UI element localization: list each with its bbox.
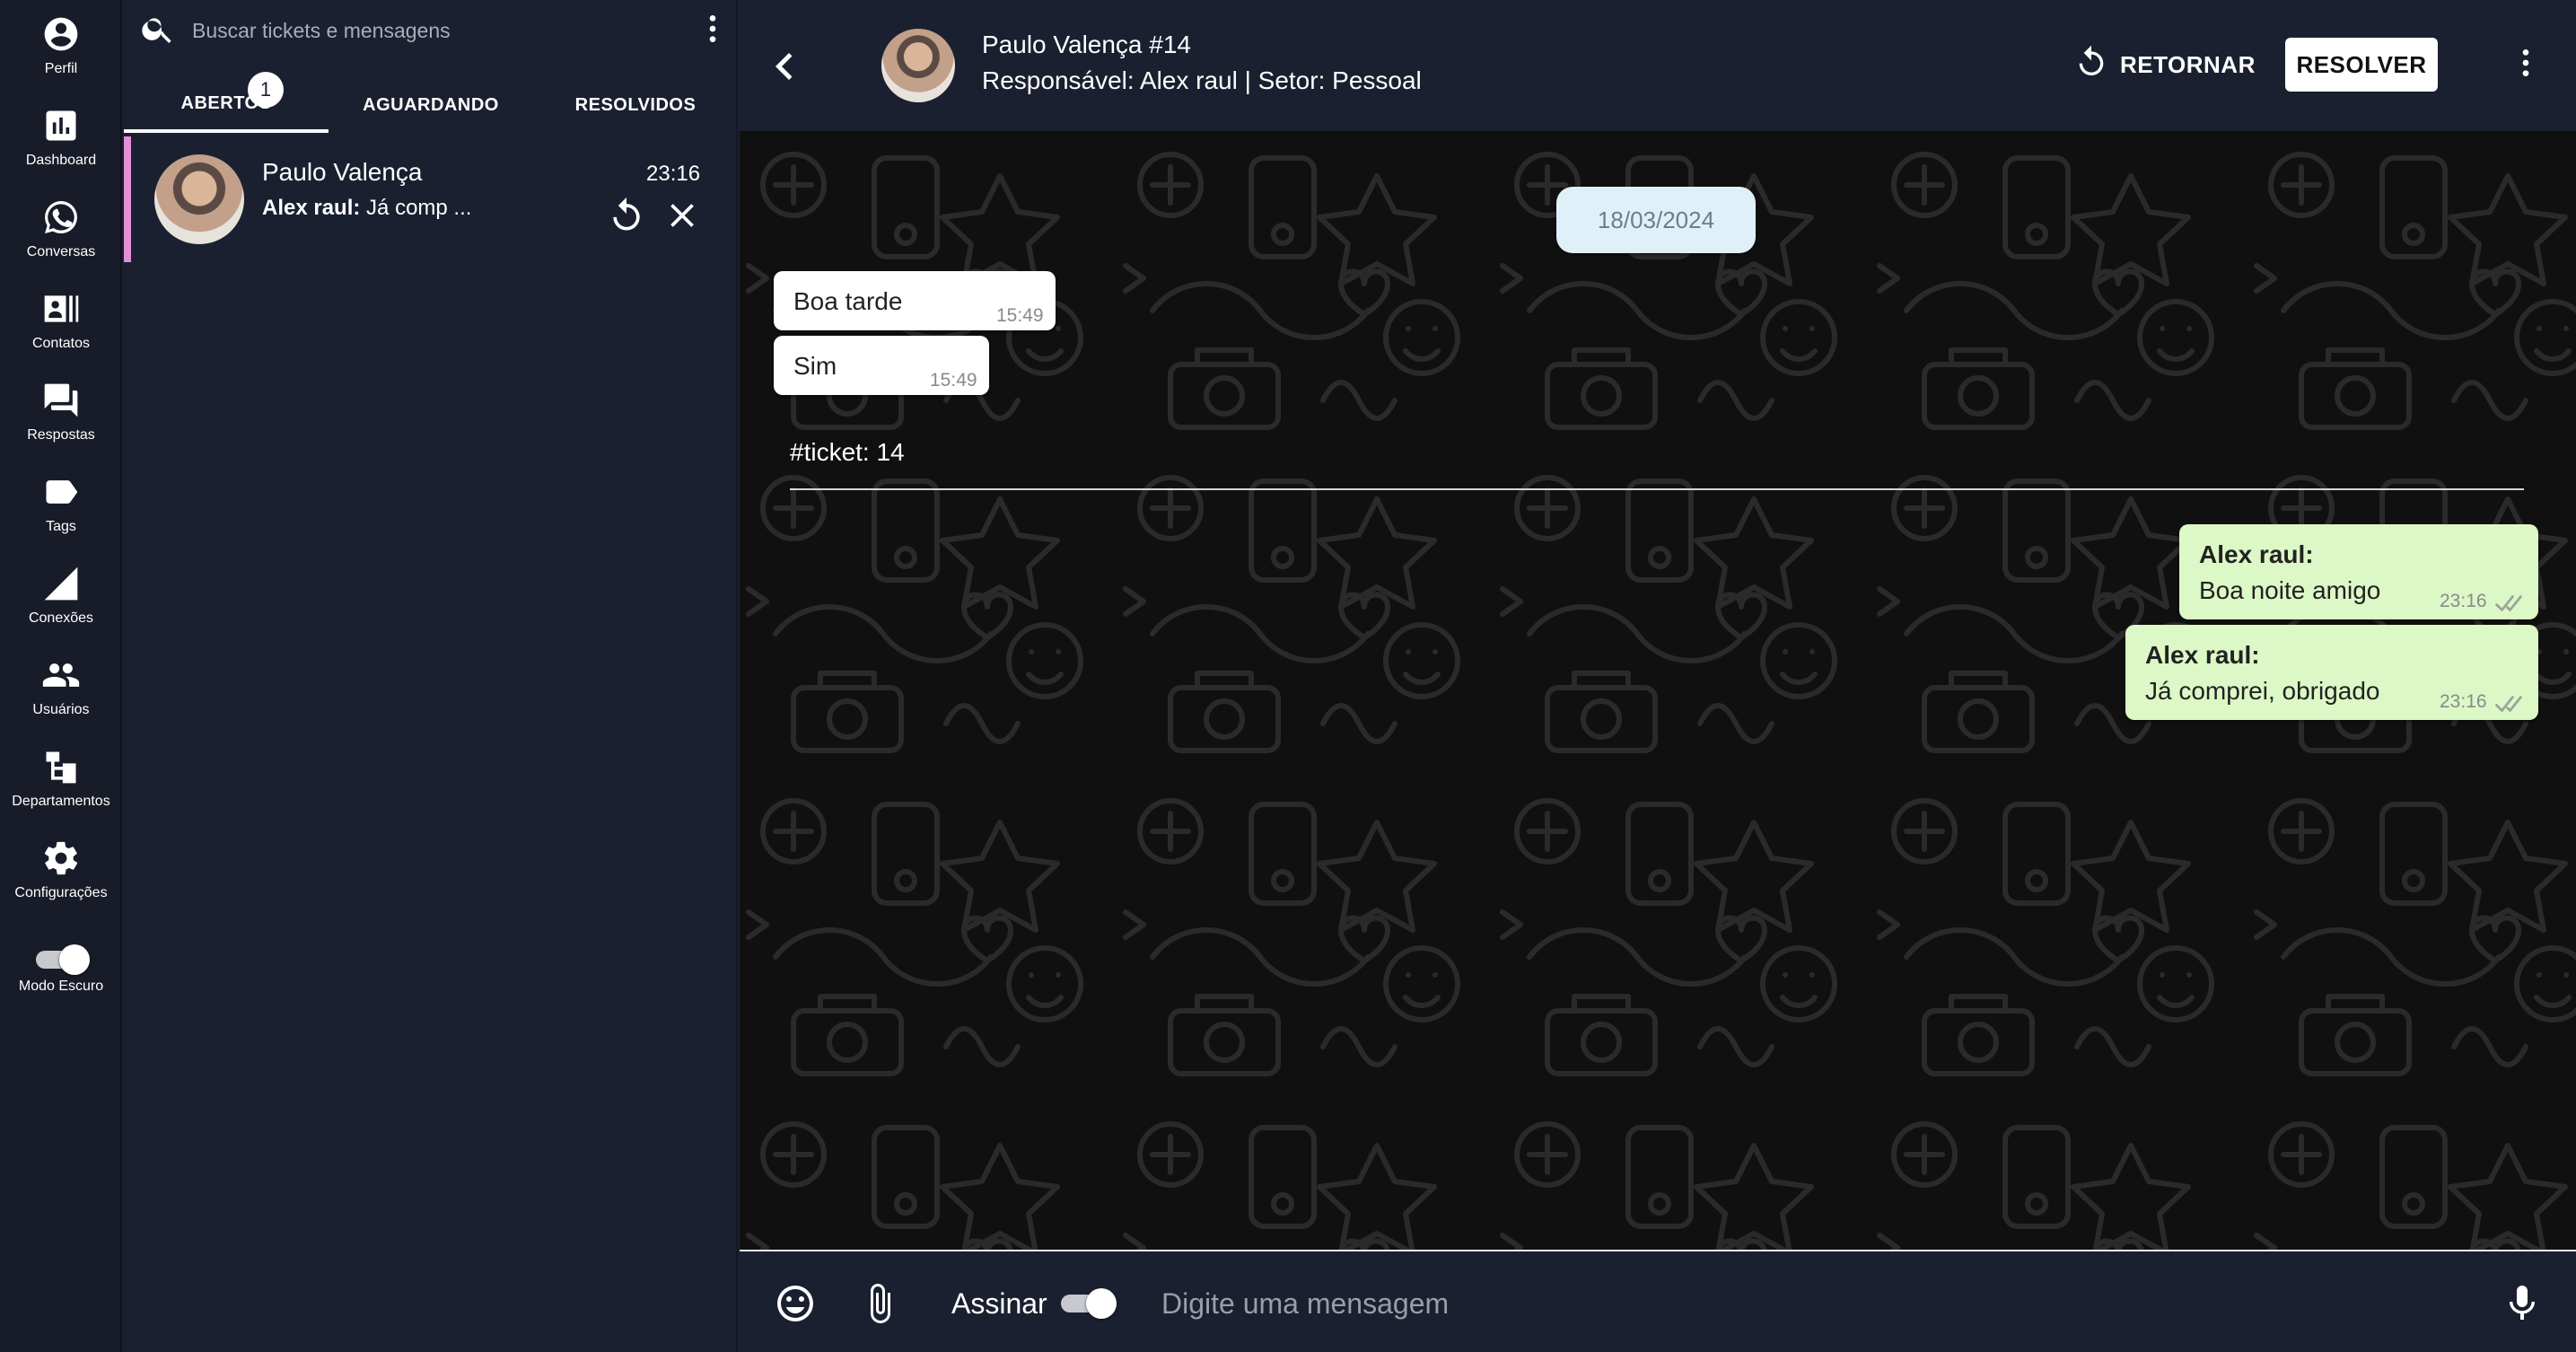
search-icon <box>140 11 176 47</box>
message-bubble-outgoing[interactable]: Alex raul: Boa noite amigo 23:16 <box>2179 524 2538 619</box>
nav-label: Respostas <box>27 427 95 443</box>
people-icon <box>39 654 83 697</box>
ticket-list-item[interactable]: Paulo Valença Alex raul: Já comp ... 23:… <box>124 136 738 262</box>
nav-label: Departamentos <box>12 794 110 809</box>
chat-title: Paulo Valença #14 <box>982 31 1191 58</box>
contact-avatar <box>154 154 244 244</box>
contacts-icon <box>39 287 83 330</box>
signal-icon <box>39 562 83 605</box>
message-time: 23:16 <box>2440 591 2487 611</box>
nav-item-configuracoes[interactable]: Configurações <box>0 824 122 914</box>
message-bubble-outgoing[interactable]: Alex raul: Já comprei, obrigado 23:16 <box>2125 625 2538 720</box>
nav-label: Configurações <box>14 885 108 900</box>
ticket-preview-author: Alex raul: <box>262 196 361 220</box>
chat-subtitle: Responsável: Alex raul | Setor: Pessoal <box>982 66 1422 94</box>
bar-chart-icon <box>39 104 83 147</box>
more-vert-icon[interactable] <box>695 9 731 48</box>
message-text: Sim <box>793 352 837 380</box>
account-circle-icon <box>39 13 83 56</box>
return-button-label: RETORNAR <box>2120 50 2256 78</box>
message-composer: Assinar <box>740 1250 2576 1352</box>
nav-label: Perfil <box>44 61 78 76</box>
nav-label: Usuários <box>32 702 90 717</box>
date-separator: 18/03/2024 <box>1556 187 1756 253</box>
message-input[interactable] <box>1161 1278 2418 1329</box>
tab-abertos[interactable]: ABERTOS <box>124 77 329 133</box>
tab-aguardando[interactable]: AGUARDANDO <box>329 77 533 133</box>
gear-icon <box>39 837 83 880</box>
sign-label: Assinar <box>951 1287 1047 1320</box>
message-time: 15:49 <box>996 305 1044 326</box>
toggle-thumb <box>1086 1288 1117 1319</box>
tickets-panel: ABERTOS AGUARDANDO RESOLVIDOS 1 Paulo Va… <box>124 0 738 1352</box>
return-ticket-icon[interactable] <box>607 196 646 235</box>
nav-item-dashboard[interactable]: Dashboard <box>0 92 122 181</box>
nav-item-conexoes[interactable]: Conexões <box>0 549 122 639</box>
close-ticket-icon[interactable] <box>662 196 702 235</box>
messages-area[interactable]: 18/03/2024 Boa tarde 15:49 Sim 15:49 #ti… <box>740 131 2576 1250</box>
attach-icon[interactable] <box>858 1282 901 1325</box>
message-author: Alex raul: <box>2199 540 2314 568</box>
chevron-left-icon[interactable] <box>758 40 811 93</box>
message-text: Boa tarde <box>793 287 903 315</box>
ticket-divider <box>790 488 2524 490</box>
sitemap-icon <box>39 745 83 788</box>
nav-item-respostas[interactable]: Respostas <box>0 366 122 456</box>
ticket-search-input[interactable] <box>192 13 659 48</box>
resolve-button[interactable]: RESOLVER <box>2285 38 2438 92</box>
nav-item-tags[interactable]: Tags <box>0 458 122 548</box>
message-text: Já comprei, obrigado <box>2145 677 2380 705</box>
whatsapp-icon <box>39 196 83 239</box>
nav-item-usuarios[interactable]: Usuários <box>0 641 122 731</box>
dark-mode-label-wrap: Modo Escuro <box>0 970 122 1005</box>
open-count-badge: 1 <box>248 72 284 108</box>
emoji-icon[interactable] <box>774 1282 817 1325</box>
return-button[interactable]: RETORNAR <box>2073 40 2256 90</box>
nav-item-perfil[interactable]: Perfil <box>0 0 122 90</box>
ticket-time: 23:16 <box>646 162 701 186</box>
nav-item-contatos[interactable]: Contatos <box>0 275 122 364</box>
microphone-icon[interactable] <box>2501 1282 2544 1325</box>
sign-toggle[interactable] <box>1061 1287 1117 1319</box>
nav-label: Conexões <box>28 610 94 626</box>
message-bubble-incoming[interactable]: Sim 15:49 <box>774 336 989 395</box>
chat-more-vert-icon[interactable] <box>2508 43 2544 87</box>
dark-mode-label: Modo Escuro <box>18 979 104 994</box>
ticket-preview-text: Já comp ... <box>366 196 472 220</box>
forum-icon <box>39 379 83 422</box>
ticket-marker: #ticket: 14 <box>790 438 905 466</box>
ticket-last-message: Alex raul: Já comp ... <box>262 196 471 221</box>
double-check-icon <box>2495 693 2528 715</box>
label-icon <box>39 470 83 514</box>
message-text: Boa noite amigo <box>2199 576 2381 604</box>
double-check-icon <box>2495 593 2528 614</box>
nav-label: Conversas <box>26 244 96 259</box>
nav-item-conversas[interactable]: Conversas <box>0 183 122 273</box>
ticket-contact-name: Paulo Valença <box>262 158 423 186</box>
chat-header: Paulo Valença #14 Responsável: Alex raul… <box>740 0 2576 131</box>
nav-label: Tags <box>46 519 76 534</box>
message-bubble-incoming[interactable]: Boa tarde 15:49 <box>774 271 1056 330</box>
chat-contact-avatar[interactable] <box>881 29 955 102</box>
undo-icon <box>2073 44 2120 86</box>
message-time: 15:49 <box>930 370 977 391</box>
message-author: Alex raul: <box>2145 641 2260 669</box>
main-sidebar: Perfil Dashboard Conversas Contatos Resp… <box>0 0 122 1352</box>
tab-resolvidos[interactable]: RESOLVIDOS <box>533 77 738 133</box>
ticket-tabs: ABERTOS AGUARDANDO RESOLVIDOS <box>124 77 738 133</box>
nav-label: Contatos <box>31 336 91 351</box>
ticket-search-bar <box>124 0 738 59</box>
nav-label: Dashboard <box>25 153 97 168</box>
message-time: 23:16 <box>2440 691 2487 712</box>
nav-item-departamentos[interactable]: Departamentos <box>0 733 122 822</box>
